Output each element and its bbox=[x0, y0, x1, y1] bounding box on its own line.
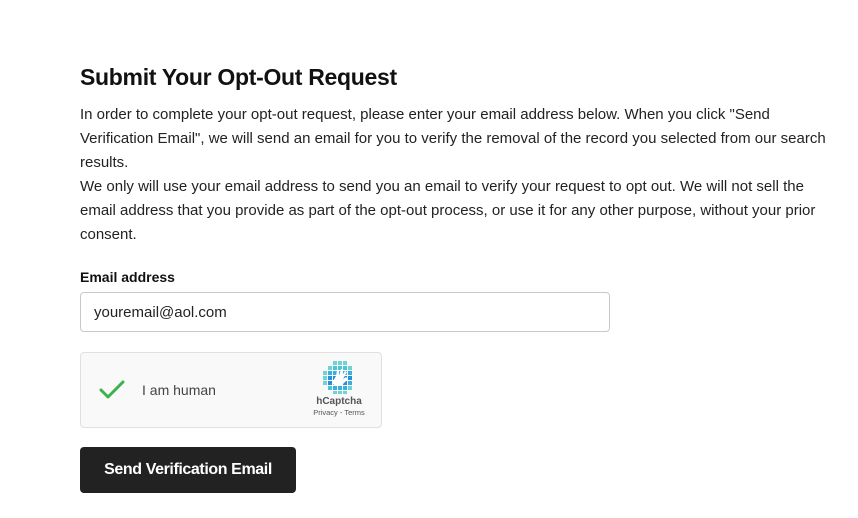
page-title: Submit Your Opt-Out Request bbox=[80, 64, 397, 90]
opt-out-form: Submit Your Opt-Out Request In order to … bbox=[80, 60, 840, 493]
hcaptcha-brand-name: hCaptcha bbox=[316, 396, 362, 407]
hcaptcha-widget[interactable]: I am human hCaptcha Privacy - Terms bbox=[80, 352, 382, 428]
captcha-status-text: I am human bbox=[142, 382, 216, 398]
send-verification-email-button[interactable]: Send Verification Email bbox=[80, 447, 296, 493]
hcaptcha-logo-icon bbox=[323, 361, 352, 394]
hcaptcha-privacy-terms-link[interactable]: Privacy - Terms bbox=[307, 408, 371, 418]
privacy-paragraph: We only will use your email address to s… bbox=[80, 178, 816, 243]
hcaptcha-brand: hCaptcha Privacy - Terms bbox=[307, 361, 371, 418]
email-label: Email address bbox=[80, 269, 175, 285]
email-field[interactable] bbox=[80, 292, 610, 332]
intro-paragraph: In order to complete your opt-out reques… bbox=[80, 106, 826, 171]
checkmark-icon[interactable] bbox=[98, 378, 126, 402]
